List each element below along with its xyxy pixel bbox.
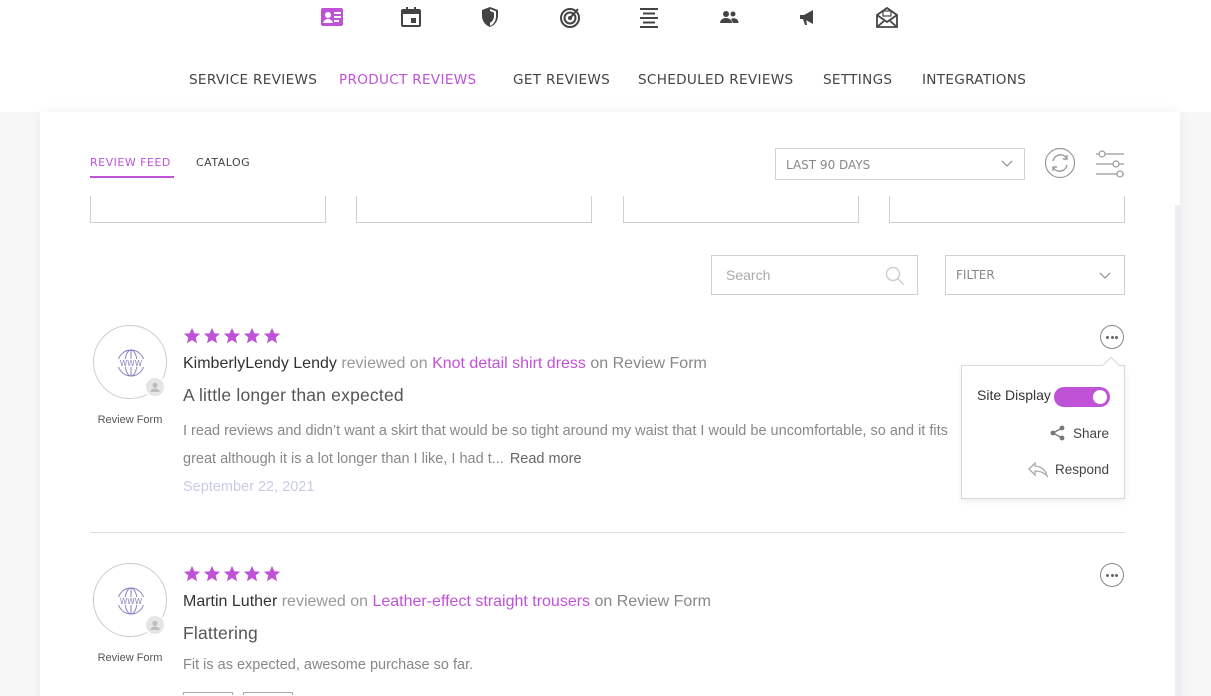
filter-label: FILTER: [956, 268, 995, 282]
align-center-icon[interactable]: [635, 5, 663, 29]
share-label: Share: [1072, 425, 1109, 441]
site-display-toggle[interactable]: [1054, 387, 1110, 407]
shield-icon[interactable]: [476, 5, 504, 29]
reply-icon: [1028, 461, 1049, 478]
user-mini-icon: [144, 614, 166, 636]
read-more-link[interactable]: Read more: [510, 451, 582, 467]
chevron-down-icon: [1001, 160, 1013, 167]
review-title: Flattering: [183, 623, 258, 643]
date-range-select[interactable]: LAST 90 DAYS: [775, 148, 1025, 180]
sliders-icon: [1096, 150, 1124, 178]
star-icon: [183, 327, 201, 344]
reviews-icon[interactable]: [318, 5, 346, 29]
share-icon: [1050, 425, 1065, 441]
star-icon: [223, 565, 241, 582]
star-icon: [263, 565, 281, 582]
reviewed-on-text: reviewed on: [281, 593, 368, 610]
nav-integrations[interactable]: INTEGRATIONS: [922, 72, 1026, 88]
product-link[interactable]: Leather-effect straight trousers: [372, 593, 590, 610]
nav-product-reviews[interactable]: PRODUCT REVIEWS: [339, 72, 476, 88]
star-icon: [243, 327, 261, 344]
review-body: Fit is as expected, awesome purchase so …: [183, 651, 963, 679]
mail-open-icon[interactable]: [873, 5, 901, 29]
review-headline: KimberlyLendy Lendy reviewed on Knot det…: [183, 355, 707, 373]
star-icon: [243, 565, 261, 582]
calendar-icon[interactable]: [397, 5, 425, 29]
search-box: [711, 255, 918, 295]
stat-card: [623, 196, 859, 223]
review-title: A little longer than expected: [183, 385, 404, 405]
tab-review-feed[interactable]: REVIEW FEED: [90, 156, 171, 169]
svg-text:WWW: WWW: [120, 597, 143, 606]
respond-label: Respond: [1054, 461, 1109, 477]
review-form-text: on Review Form: [590, 355, 707, 372]
review-date: September 22, 2021: [183, 479, 315, 495]
star-rating: [183, 565, 281, 583]
avatar: WWW: [93, 563, 167, 637]
review-image-thumbnail[interactable]: [243, 692, 293, 695]
respond-button[interactable]: Respond: [1027, 460, 1109, 478]
nav-scheduled-reviews[interactable]: SCHEDULED REVIEWS: [638, 72, 793, 88]
star-icon: [263, 327, 281, 344]
search-icon[interactable]: [885, 266, 905, 286]
globe-www-icon: WWW: [117, 349, 145, 377]
star-icon: [183, 565, 201, 582]
reviewer-name: Martin Luther: [183, 593, 278, 610]
search-input[interactable]: [712, 256, 882, 294]
reviewed-on-text: reviewed on: [341, 355, 428, 372]
review-source: Review Form: [97, 414, 163, 426]
tab-catalog[interactable]: CATALOG: [196, 156, 250, 169]
nav-get-reviews[interactable]: GET REVIEWS: [513, 72, 610, 88]
people-icon[interactable]: [715, 5, 743, 29]
chevron-down-icon: [1099, 272, 1111, 279]
star-icon: [203, 565, 221, 582]
target-icon[interactable]: [556, 5, 584, 29]
megaphone-icon[interactable]: [794, 5, 822, 29]
review-headline: Martin Luther reviewed on Leather-effect…: [183, 593, 711, 611]
filter-select[interactable]: FILTER: [945, 255, 1125, 295]
avatar: WWW: [93, 325, 167, 399]
scrollbar-track[interactable]: [1175, 205, 1181, 696]
review-source: Review Form: [97, 652, 163, 664]
review-body: I read reviews and didn’t want a skirt t…: [183, 417, 963, 473]
product-link[interactable]: Knot detail shirt dress: [432, 355, 586, 372]
star-rating: [183, 327, 281, 345]
review-options-popover: Site Display Share Respond: [961, 356, 1125, 499]
review-image-thumbnail[interactable]: [183, 692, 233, 695]
review-form-text: on Review Form: [594, 593, 711, 610]
refresh-button[interactable]: [1044, 147, 1076, 179]
more-options-button[interactable]: [1100, 325, 1124, 349]
stat-card: [889, 196, 1125, 223]
top-icon-bar: [0, 0, 1211, 50]
svg-text:WWW: WWW: [120, 359, 143, 368]
star-icon: [203, 327, 221, 344]
refresh-icon: [1044, 147, 1076, 179]
main-nav: SERVICE REVIEWS PRODUCT REVIEWS GET REVI…: [0, 50, 1211, 112]
settings-sliders-button[interactable]: [1094, 148, 1126, 180]
active-tab-indicator: [90, 176, 174, 178]
nav-service-reviews[interactable]: SERVICE REVIEWS: [189, 72, 317, 88]
more-options-button[interactable]: [1100, 563, 1124, 587]
review-divider: [90, 532, 1125, 533]
nav-settings[interactable]: SETTINGS: [823, 72, 892, 88]
stat-card: [356, 196, 592, 223]
star-icon: [223, 327, 241, 344]
site-display-label: Site Display: [977, 387, 1051, 403]
stat-card: [90, 196, 326, 223]
review-body-text: Fit is as expected, awesome purchase so …: [183, 657, 474, 673]
share-button[interactable]: Share: [1049, 424, 1109, 442]
globe-www-icon: WWW: [117, 587, 145, 615]
date-range-value: LAST 90 DAYS: [786, 158, 871, 172]
reviewer-name: KimberlyLendy Lendy: [183, 355, 337, 372]
user-mini-icon: [144, 376, 166, 398]
